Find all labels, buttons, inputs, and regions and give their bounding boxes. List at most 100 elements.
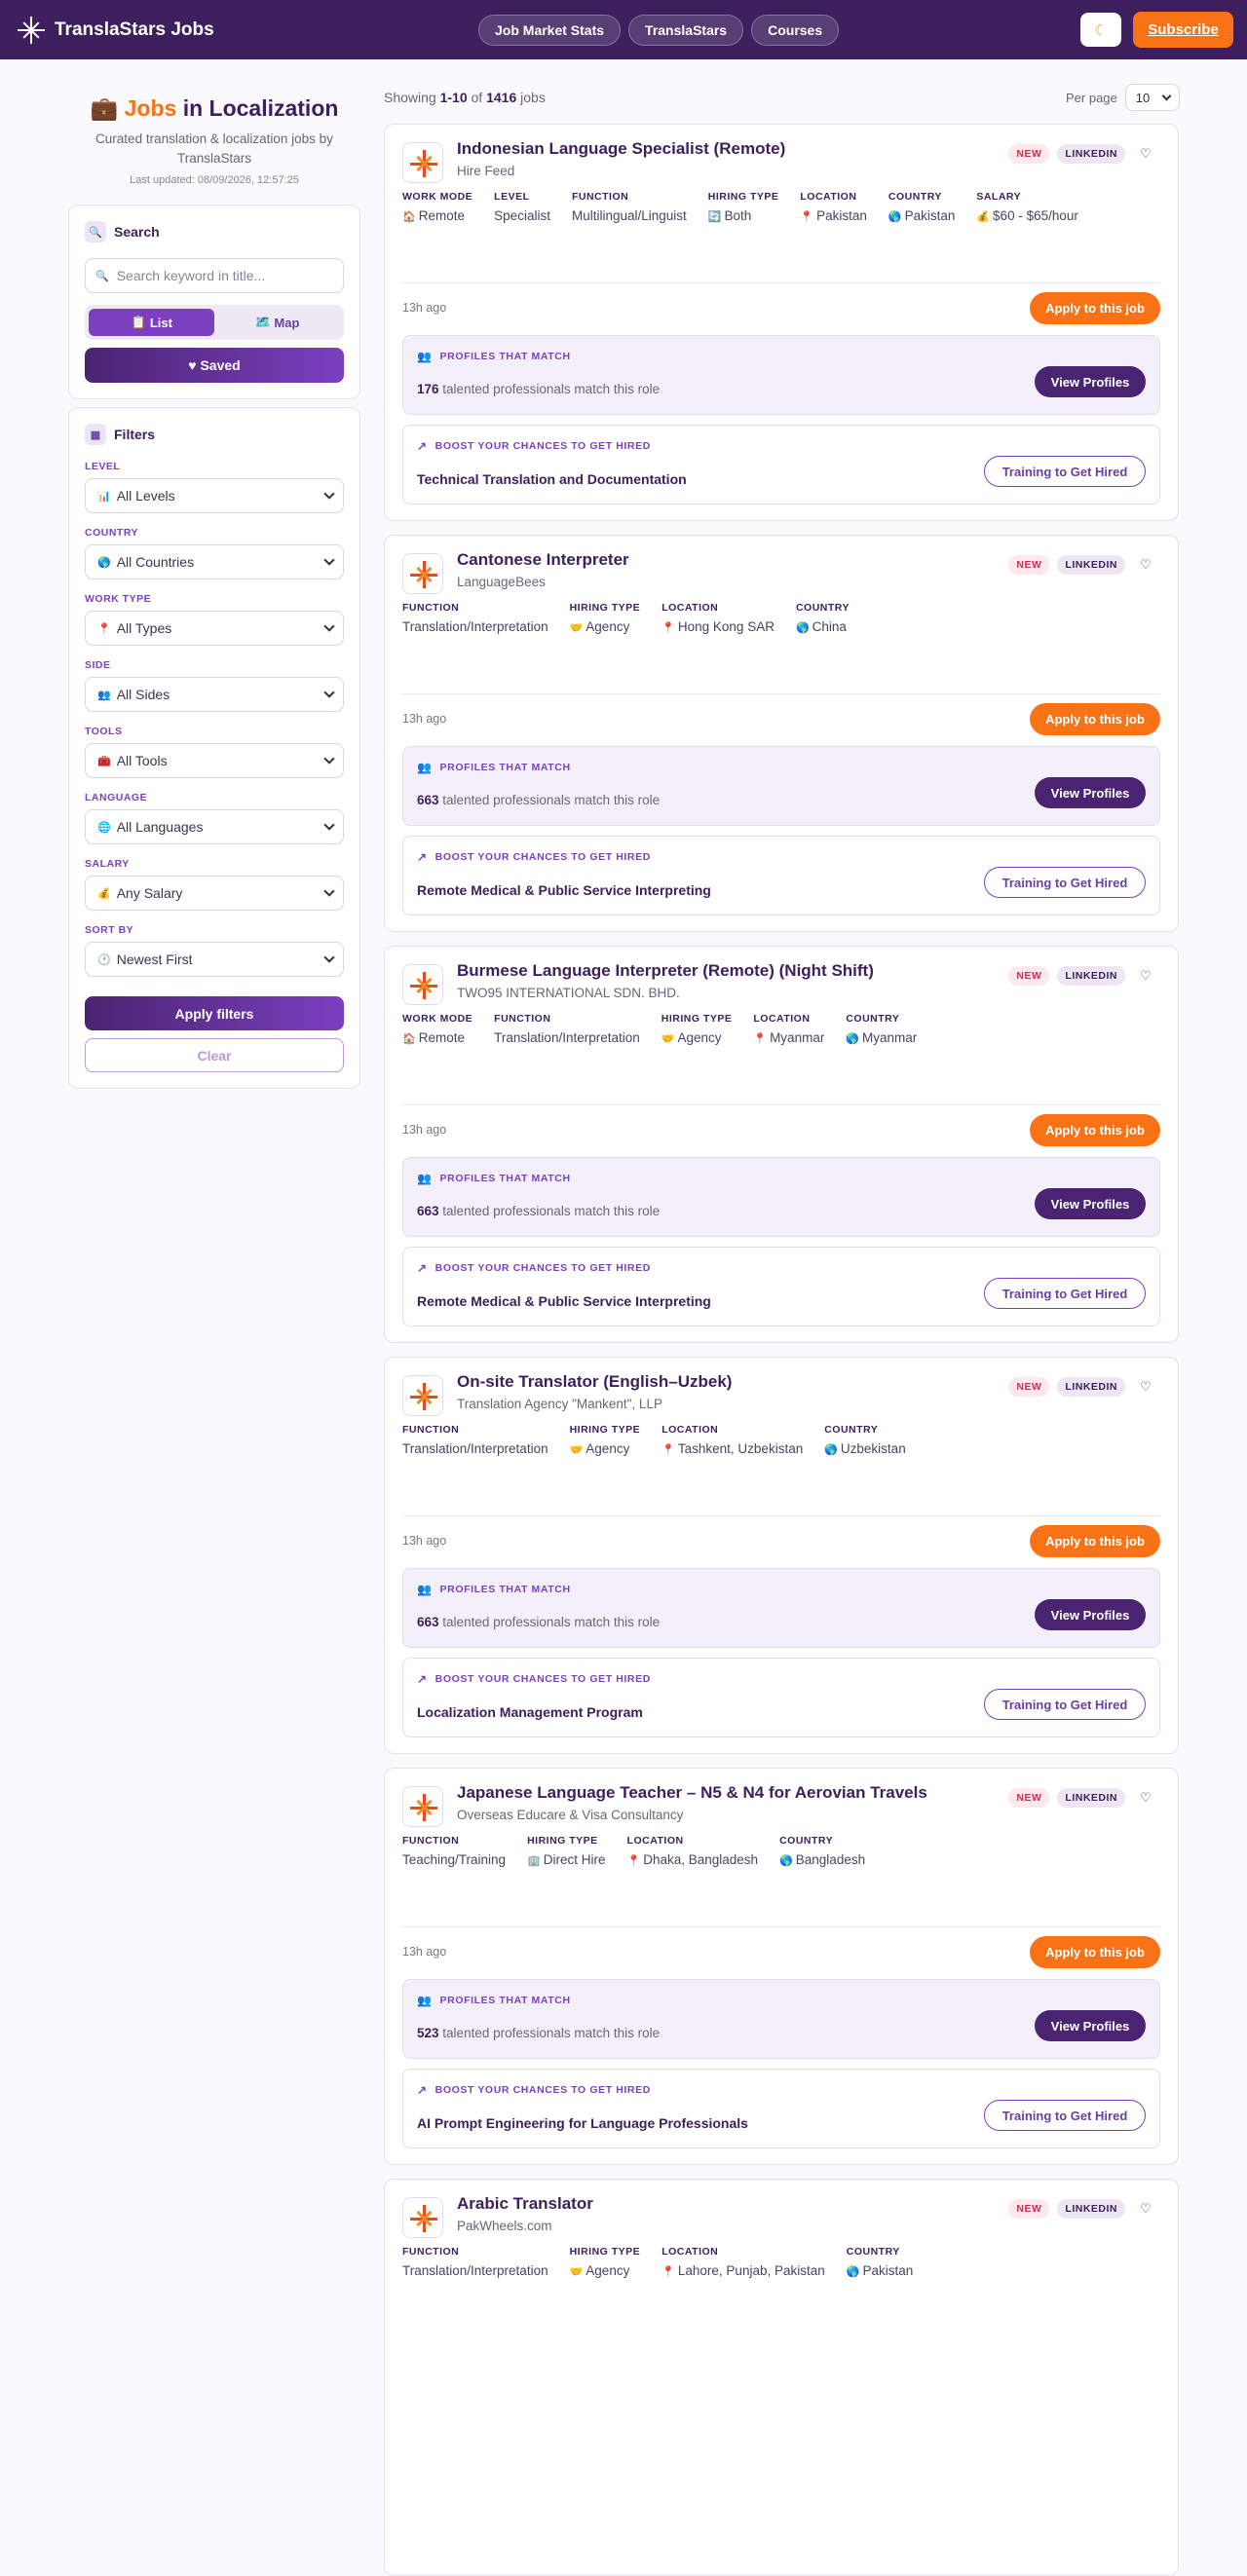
meta-value: Translation/Interpretation [402,619,548,634]
company-logo-icon [402,1375,443,1416]
meta-value: Translation/Interpretation [402,2263,548,2278]
meta-text: Agency [677,1030,722,1045]
meta-text: Multilingual/Linguist [571,208,687,223]
filter-value: All Levels [116,488,175,504]
page-heading: 💼 Jobs in Localization Curated translati… [68,95,360,186]
profiles-count: 176 [417,382,439,396]
save-heart-icon[interactable]: ♡ [1133,1788,1158,1808]
meta-text: Remote [418,208,465,223]
training-button[interactable]: Training to Get Hired [984,2100,1146,2131]
per-page-select[interactable]: 10 [1124,84,1180,111]
meta-value: 🏠 Remote [402,1030,472,1045]
apply-button[interactable]: Apply to this job [1030,703,1160,735]
new-badge: NEW [1008,966,1050,986]
apply-button[interactable]: Apply to this job [1030,1114,1160,1146]
save-heart-icon[interactable]: ♡ [1133,555,1158,575]
meta-location: LOCATION 📍 Pakistan [800,191,888,223]
profiles-suffix: talented professionals match this role [442,1204,661,1218]
job-title[interactable]: On-site Translator (English–Uzbek) [457,1372,732,1392]
save-heart-icon[interactable]: ♡ [1133,144,1158,164]
filter-select-side[interactable]: 👥 All Sides [85,677,344,712]
people-icon: 👥 [417,350,433,363]
meta-label: FUNCTION [402,2246,460,2258]
filter-select-country[interactable]: 🌎 All Countries [85,544,344,579]
apply-button[interactable]: Apply to this job [1030,292,1160,324]
filter-select-language[interactable]: 🌐 All Languages [85,809,344,844]
linkedin-badge: LINKEDIN [1057,144,1125,164]
filter-select-tools[interactable]: 🧰 All Tools [85,743,344,778]
meta-text: Myanmar [862,1030,918,1045]
theme-toggle-button[interactable]: ☾ [1080,13,1121,47]
filter-select-level[interactable]: 📊 All Levels [85,478,344,513]
meta-label: WORK MODE [402,1013,473,1025]
job-title[interactable]: Japanese Language Teacher – N5 & N4 for … [457,1783,927,1803]
save-heart-icon[interactable]: ♡ [1133,1377,1158,1397]
apply-button[interactable]: Apply to this job [1030,1936,1160,1968]
posted-time: 13h ago [402,1945,447,1959]
people-icon: 👥 [417,1583,433,1596]
brand[interactable]: TranslaStars Jobs [18,16,214,44]
job-title[interactable]: Indonesian Language Specialist (Remote) [457,139,785,159]
course-name: Remote Medical & Public Service Interpre… [417,1293,711,1309]
view-profiles-button[interactable]: View Profiles [1035,1599,1146,1630]
save-heart-icon[interactable]: ♡ [1133,966,1158,986]
job-title[interactable]: Burmese Language Interpreter (Remote) (N… [457,961,874,981]
trending-up-icon: ↗ [417,439,428,453]
apply-button[interactable]: Apply to this job [1030,1525,1160,1557]
nav-job-market-stats[interactable]: Job Market Stats [478,15,622,46]
profiles-caption: 👥 PROFILES THAT MATCH [417,1583,571,1596]
job-title[interactable]: Cantonese Interpreter [457,550,629,570]
meta-function: FUNCTION Multilingual/Linguist [572,191,708,223]
subscribe-button[interactable]: Subscribe [1133,12,1233,48]
meta-text: Specialist [494,208,550,223]
meta-icon: 🌎 [779,1855,793,1867]
training-button[interactable]: Training to Get Hired [984,867,1146,898]
job-badges: NEW LINKEDIN ♡ [1008,144,1158,164]
meta-value: 🌎 Pakistan [888,208,955,223]
saved-button[interactable]: ♥ Saved [85,348,344,383]
meta-value: 📍 Tashkent, Uzbekistan [661,1441,803,1456]
caption-text: PROFILES THAT MATCH [439,762,571,773]
search-field[interactable]: 🔍 [85,258,344,293]
meta-location: LOCATION 📍 Myanmar [753,1013,846,1045]
filter-select-work-type[interactable]: 📍 All Types [85,611,344,646]
meta-salary: SALARY 💰 $60 - $65/hour [976,191,1100,223]
view-profiles-button[interactable]: View Profiles [1035,1188,1146,1219]
view-profiles-button[interactable]: View Profiles [1035,777,1146,808]
filters-panel: ▦ Filters LEVEL 📊 All Levels COUNTRY 🌎 All Co… [68,407,360,1089]
filter-label: SORT BY [85,924,134,936]
boost-chances-box: ↗ BOOST YOUR CHANCES TO GET HIRED Remote M… [402,836,1160,915]
meta-hiring-type: HIRING TYPE 🤝 Agency [570,602,662,634]
training-button[interactable]: Training to Get Hired [984,1689,1146,1720]
chevron-down-icon [323,952,335,963]
filter-select-salary[interactable]: 💰 Any Salary [85,876,344,911]
meta-hiring-type: HIRING TYPE 🤝 Agency [570,1424,662,1456]
meta-label: LEVEL [494,191,530,203]
save-heart-icon[interactable]: ♡ [1133,2199,1158,2219]
search-input[interactable] [116,268,333,283]
filter-select-sort-by[interactable]: 🕐 Newest First [85,942,344,977]
meta-function: FUNCTION Translation/Interpretation [494,1013,661,1045]
meta-location: LOCATION 📍 Hong Kong SAR [661,602,796,634]
list-view-button[interactable]: 📋 List [89,309,214,336]
view-profiles-button[interactable]: View Profiles [1035,366,1146,397]
profiles-suffix: talented professionals match this role [442,382,661,396]
clear-filters-button[interactable]: Clear [85,1038,344,1072]
training-button[interactable]: Training to Get Hired [984,456,1146,487]
nav-courses[interactable]: Courses [751,15,840,46]
meta-location: LOCATION 📍 Dhaka, Bangladesh [627,1835,780,1867]
meta-label: COUNTRY [846,1013,900,1025]
caption-text: BOOST YOUR CHANCES TO GET HIRED [435,1673,651,1685]
meta-function: FUNCTION Teaching/Training [402,1835,527,1867]
profiles-count-text: 663 talented professionals match this ro… [417,1615,660,1629]
meta-value: 📍 Pakistan [800,208,866,223]
nav-translastars[interactable]: TranslaStars [628,15,744,46]
job-title[interactable]: Arabic Translator [457,2194,593,2214]
training-button[interactable]: Training to Get Hired [984,1278,1146,1309]
meta-icon: 🤝 [569,622,584,634]
map-view-button[interactable]: 🗺️ Map [214,309,340,336]
apply-filters-button[interactable]: Apply filters [85,996,344,1030]
chevron-down-icon [323,620,335,632]
trending-up-icon: ↗ [417,850,428,864]
view-profiles-button[interactable]: View Profiles [1035,2010,1146,2041]
